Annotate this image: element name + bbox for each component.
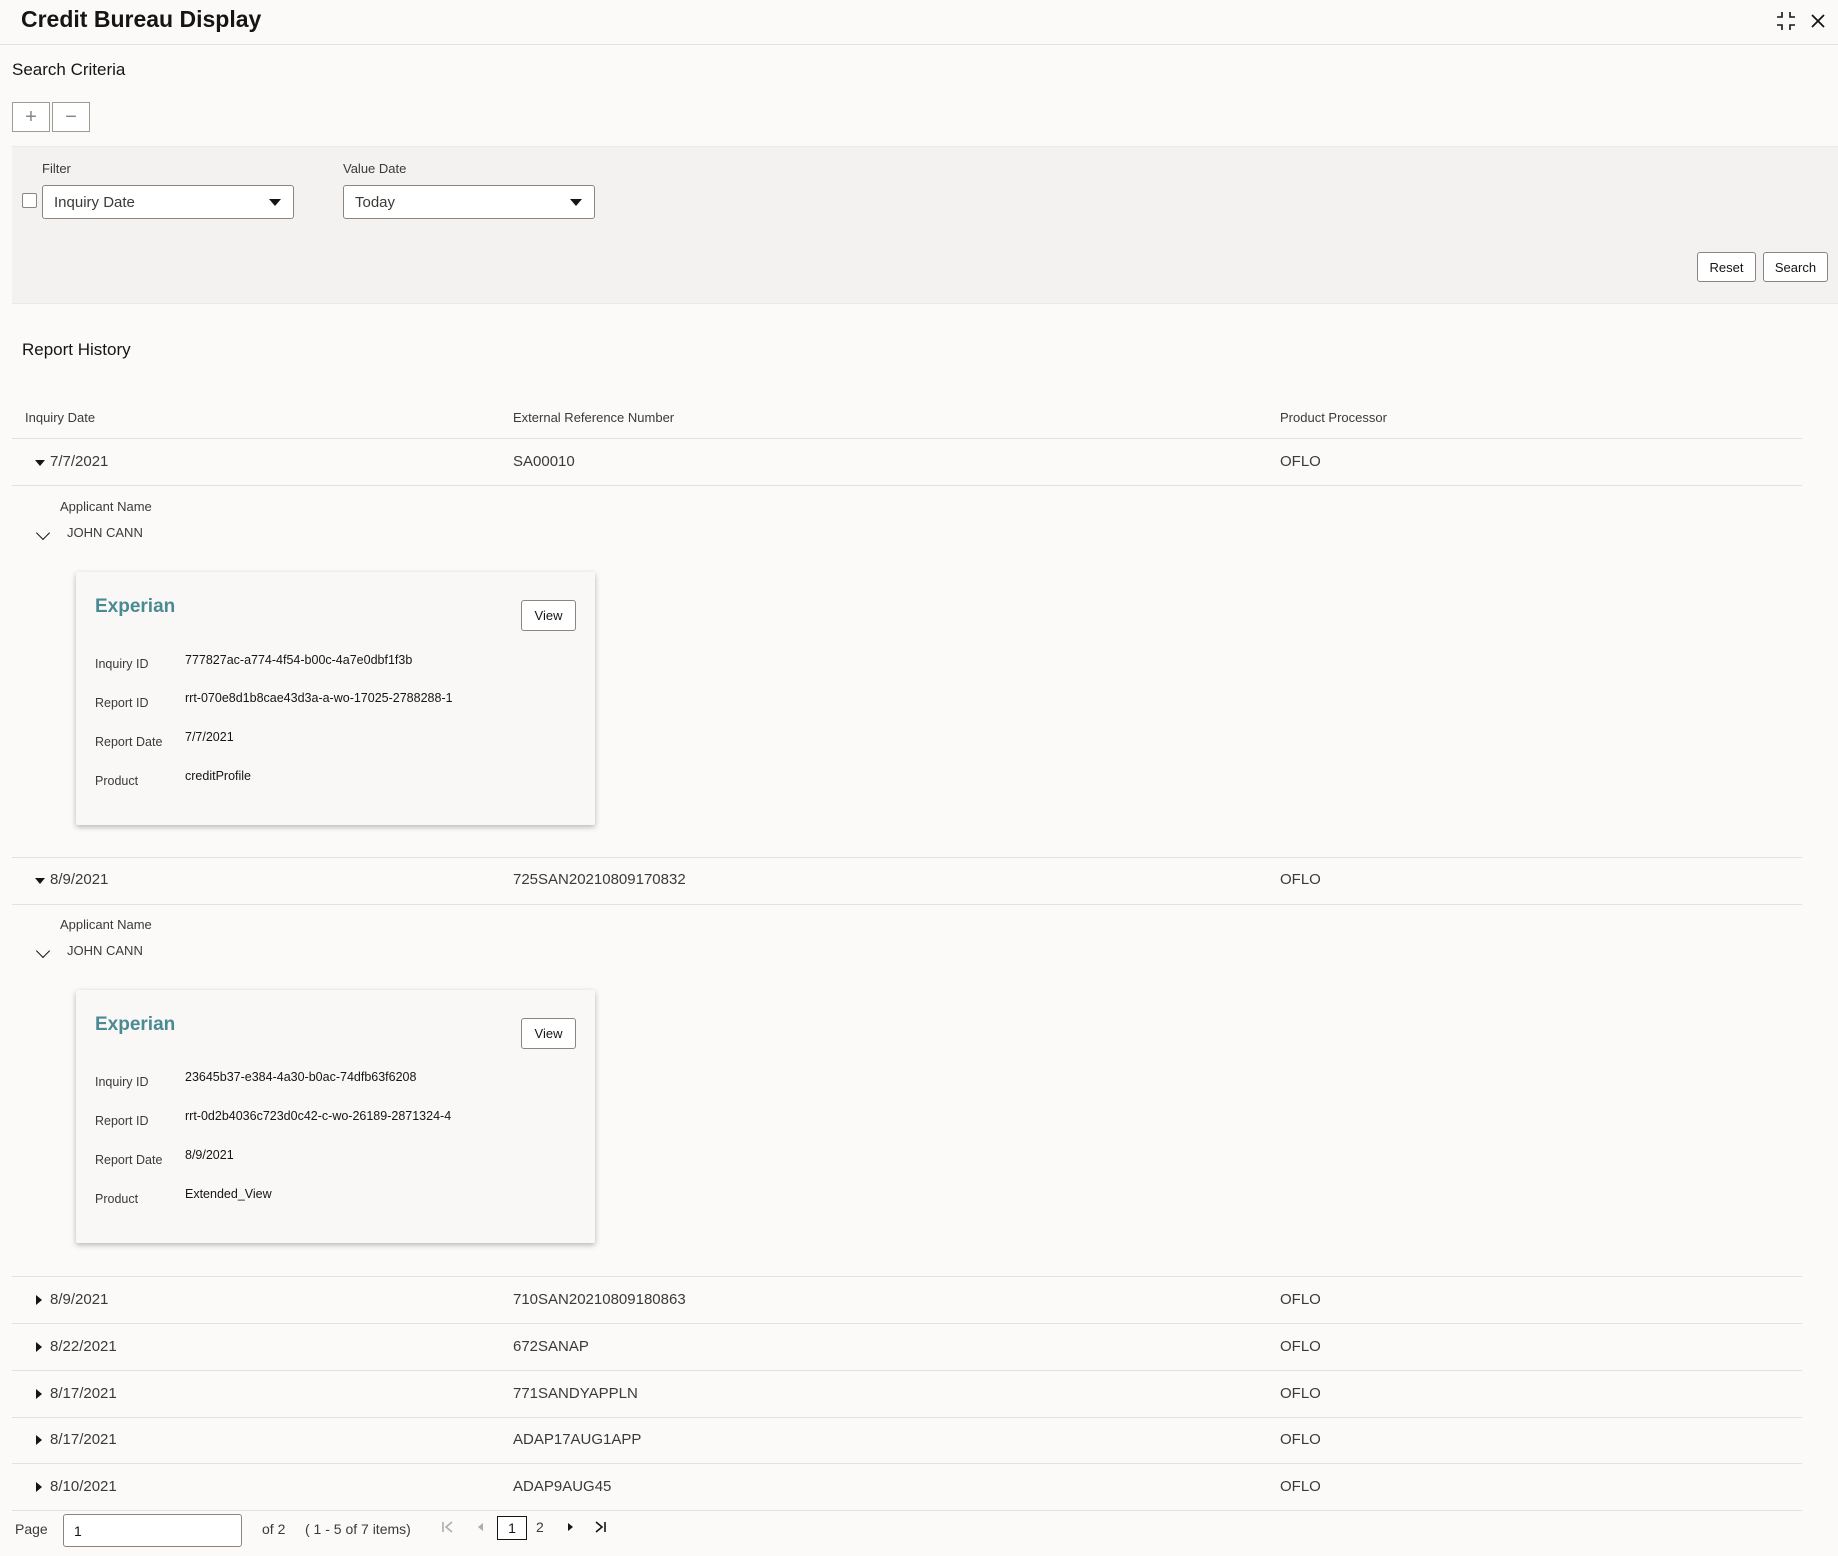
row-product-processor: OFLO [1280, 1385, 1321, 1402]
row-external-ref: ADAP17AUG1APP [513, 1431, 642, 1448]
report-id-value: rrt-070e8d1b8cae43d3a-a-wo-17025-2788288… [185, 691, 453, 705]
inquiry-id-value: 23645b37-e384-4a30-b0ac-74dfb63f6208 [185, 1070, 417, 1084]
inquiry-id-label: Inquiry ID [95, 1075, 149, 1089]
row-inquiry-date[interactable]: 8/22/2021 [50, 1338, 117, 1355]
row-divider [12, 1370, 1802, 1371]
page-number-current[interactable]: 1 [497, 1516, 527, 1540]
row-inquiry-date[interactable]: 8/17/2021 [50, 1431, 117, 1448]
row-divider [12, 857, 1802, 858]
row-external-ref: 710SAN20210809180863 [513, 1291, 686, 1308]
col-header-inquiry-date[interactable]: Inquiry Date [25, 410, 95, 425]
row-product-processor: OFLO [1280, 1478, 1321, 1495]
search-button[interactable]: Search [1763, 252, 1828, 282]
last-page-icon[interactable] [592, 1519, 608, 1540]
expand-caret-icon[interactable] [36, 1482, 42, 1492]
row-divider [12, 1276, 1802, 1277]
row-product-processor: OFLO [1280, 1338, 1321, 1355]
page-range-text: ( 1 - 5 of 7 items) [305, 1521, 411, 1537]
report-id-value: rrt-0d2b4036c723d0c42-c-wo-26189-2871324… [185, 1109, 452, 1123]
header-divider [0, 44, 1838, 45]
view-button[interactable]: View [521, 1018, 576, 1049]
filter-select[interactable]: Inquiry Date [42, 185, 294, 219]
caret-down-icon [269, 199, 281, 206]
row-product-processor: OFLO [1280, 453, 1321, 470]
product-label: Product [95, 1192, 139, 1206]
close-icon[interactable] [1805, 8, 1831, 34]
row-inquiry-date[interactable]: 8/10/2021 [50, 1478, 117, 1495]
row-external-ref: 672SANAP [513, 1338, 589, 1355]
expand-caret-icon[interactable] [36, 1295, 42, 1305]
bureau-card: Experian View Inquiry ID 23645b37-e384-4… [76, 990, 595, 1243]
first-page-icon[interactable] [440, 1519, 456, 1540]
row-product-processor: OFLO [1280, 1431, 1321, 1448]
report-date-value: 8/9/2021 [185, 1148, 234, 1162]
caret-down-icon [570, 199, 582, 206]
page-label: Page [15, 1521, 48, 1537]
row-divider [12, 1323, 1802, 1324]
add-criteria-button[interactable]: + [12, 102, 50, 132]
applicant-name: JOHN CANN [67, 943, 143, 958]
expand-caret-icon[interactable] [35, 460, 45, 466]
value-date-select-value: Today [355, 193, 396, 211]
page-number[interactable]: 2 [536, 1519, 544, 1535]
filter-label: Filter [42, 161, 71, 176]
report-id-label: Report ID [95, 696, 149, 710]
product-value: Extended_View [185, 1187, 272, 1201]
page-count-text: of 2 [262, 1521, 286, 1537]
row-inquiry-date[interactable]: 8/17/2021 [50, 1385, 117, 1402]
applicant-name-label: Applicant Name [60, 499, 152, 514]
row-inquiry-date[interactable]: 8/9/2021 [50, 1291, 108, 1308]
row-inquiry-date[interactable]: 7/7/2021 [50, 453, 108, 470]
row-divider [12, 1510, 1802, 1511]
row-external-ref: ADAP9AUG45 [513, 1478, 612, 1495]
product-label: Product [95, 774, 139, 788]
page-title: Credit Bureau Display [21, 6, 262, 32]
prev-page-icon[interactable] [475, 1519, 487, 1540]
view-button[interactable]: View [521, 600, 576, 631]
product-value: creditProfile [185, 769, 251, 783]
bureau-name: Experian [95, 596, 176, 617]
report-date-value: 7/7/2021 [185, 730, 234, 744]
inquiry-id-label: Inquiry ID [95, 657, 149, 671]
report-history-title: Report History [22, 340, 131, 359]
row-external-ref: 771SANDYAPPLN [513, 1385, 638, 1402]
row-divider [12, 1463, 1802, 1464]
search-criteria-title: Search Criteria [12, 60, 126, 79]
chevron-down-icon[interactable] [35, 525, 51, 541]
row-divider [12, 485, 1802, 486]
applicant-name: JOHN CANN [67, 525, 143, 540]
row-product-processor: OFLO [1280, 871, 1321, 888]
row-divider [12, 904, 1802, 905]
applicant-name-label: Applicant Name [60, 917, 152, 932]
next-page-icon[interactable] [564, 1519, 576, 1540]
expand-caret-icon[interactable] [35, 878, 45, 884]
expand-caret-icon[interactable] [36, 1342, 42, 1352]
inquiry-id-value: 777827ac-a774-4f54-b00c-4a7e0dbf1f3b [185, 653, 413, 667]
filter-checkbox[interactable] [22, 193, 37, 208]
col-header-product-processor[interactable]: Product Processor [1280, 410, 1387, 425]
value-date-select[interactable]: Today [343, 185, 595, 219]
row-external-ref: 725SAN20210809170832 [513, 871, 686, 888]
collapse-icon[interactable] [1773, 8, 1799, 34]
row-product-processor: OFLO [1280, 1291, 1321, 1308]
report-date-label: Report Date [95, 735, 163, 749]
row-divider [12, 1417, 1802, 1418]
report-id-label: Report ID [95, 1114, 149, 1128]
page-input[interactable] [63, 1514, 242, 1547]
row-external-ref: SA00010 [513, 453, 575, 470]
expand-caret-icon[interactable] [36, 1389, 42, 1399]
reset-button[interactable]: Reset [1697, 252, 1756, 282]
row-inquiry-date[interactable]: 8/9/2021 [50, 871, 108, 888]
filter-select-value: Inquiry Date [54, 193, 135, 211]
report-date-label: Report Date [95, 1153, 163, 1167]
chevron-down-icon[interactable] [35, 943, 51, 959]
bureau-card: Experian View Inquiry ID 777827ac-a774-4… [76, 572, 595, 825]
expand-caret-icon[interactable] [36, 1435, 42, 1445]
bureau-name: Experian [95, 1014, 176, 1035]
search-panel [12, 146, 1838, 304]
remove-criteria-button[interactable]: − [52, 102, 90, 132]
header-row-divider [12, 438, 1802, 439]
value-date-label: Value Date [343, 161, 407, 176]
col-header-external-ref[interactable]: External Reference Number [513, 410, 674, 425]
